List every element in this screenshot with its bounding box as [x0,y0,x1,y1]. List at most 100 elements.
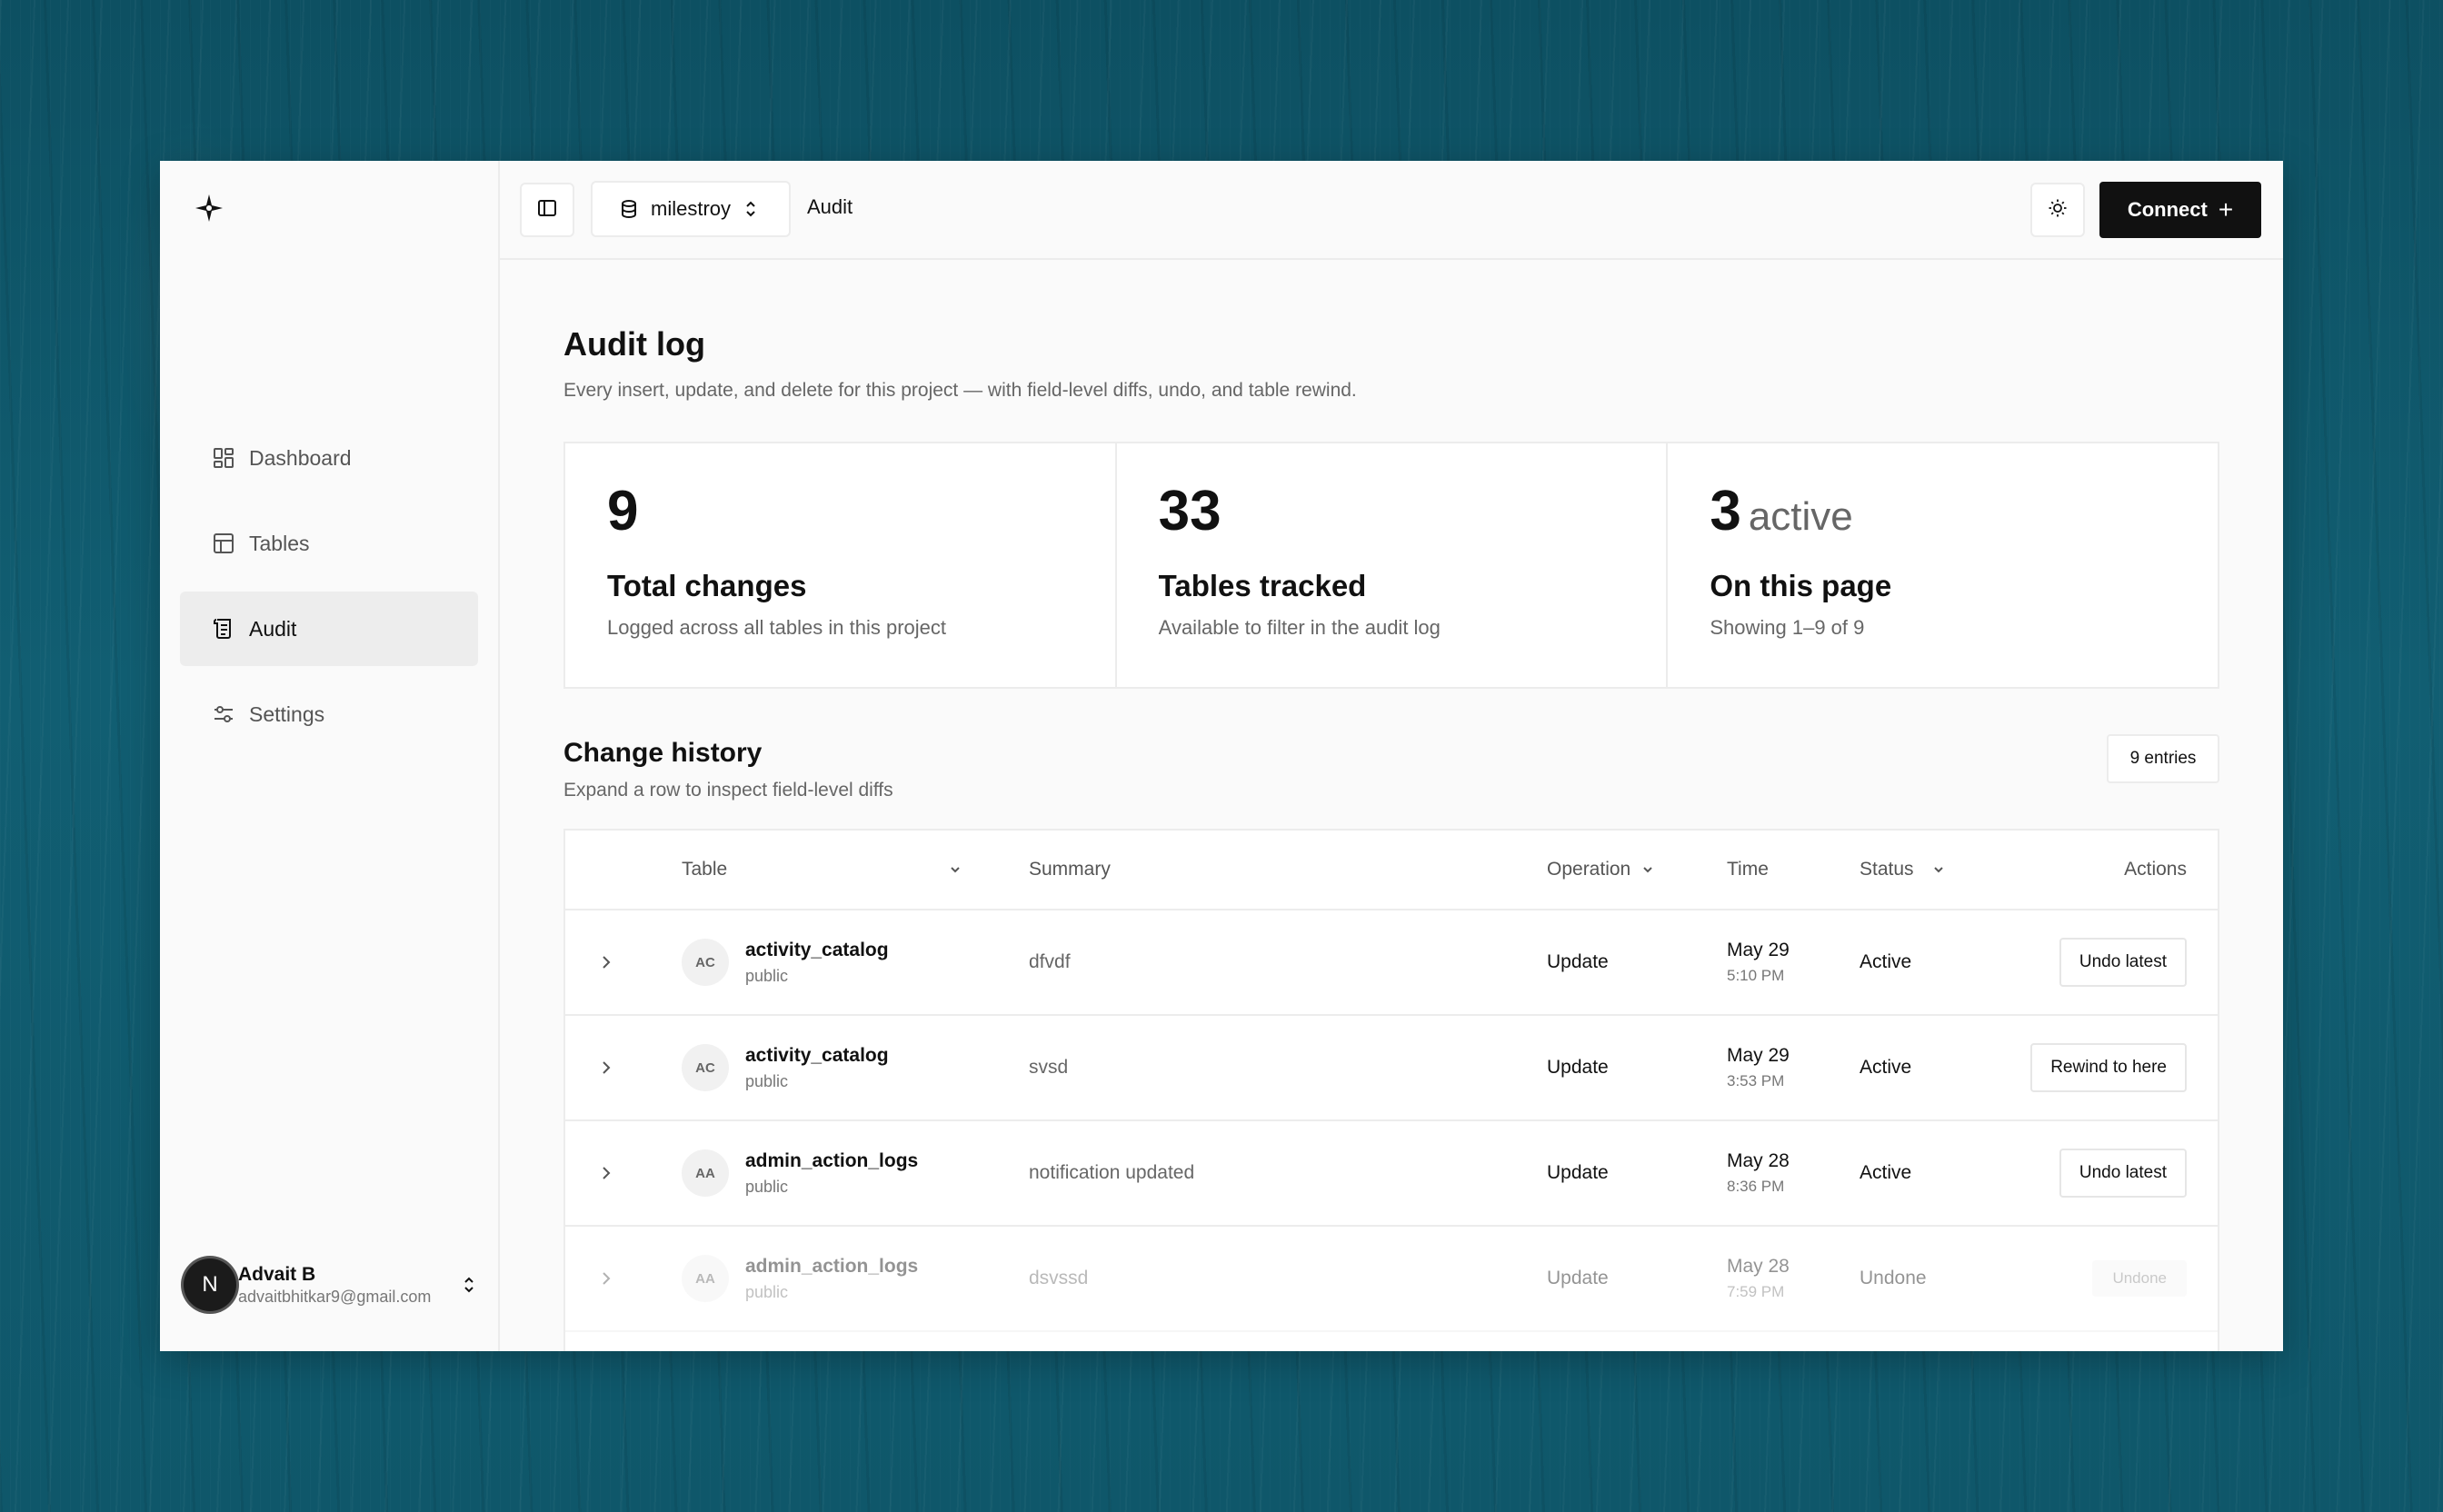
time-clock: 7:59 PM [1727,1283,1785,1300]
expand-row-button[interactable] [596,910,616,1014]
sidebar-item-label: Settings [249,701,325,726]
summary-text: svsd [1029,1057,1069,1078]
stat-title: On this page [1710,569,1892,602]
column-label: Status [1860,859,1914,880]
column-header-status[interactable]: Status [1860,859,1947,880]
sidebar-item-tables[interactable]: Tables [180,506,478,581]
stat-description: Logged across all tables in this project [607,616,946,639]
topbar: milestroy Audit Connect + [500,161,2283,260]
table-row[interactable]: AA admin_action_logs public dsvssd Updat… [565,1227,2218,1332]
theme-toggle-button[interactable] [2030,183,2085,237]
plus-icon: + [2218,195,2234,224]
table-schema: public [745,1282,789,1301]
sidebar-item-audit[interactable]: Audit [180,592,478,666]
table-schema: public [745,1071,789,1090]
column-header-time: Time [1727,859,1769,880]
table-row[interactable]: AC activity_catalog public dfvdf Update … [565,910,2218,1016]
sidebar-item-dashboard[interactable]: Dashboard [180,421,478,495]
table-initials-avatar: AC [682,1044,729,1091]
column-header-table[interactable]: Table [682,859,963,880]
table-schema: public [745,1177,789,1196]
table-icon [211,531,236,556]
status-text: Active [1860,1162,1912,1183]
sliders-icon [211,701,236,727]
change-history-table: Table Summary Operation Time Status Acti… [563,829,2219,1351]
operation-text: Update [1547,1057,1609,1078]
summary-text: dsvssd [1029,1268,1089,1288]
expand-row-button[interactable] [596,1016,616,1119]
time-clock: 8:36 PM [1727,1178,1785,1195]
operation-text: Update [1547,951,1609,972]
stat-value: 9 [607,480,639,542]
page-title: Audit log [563,325,705,363]
user-name: Advait B [238,1263,316,1285]
undo-latest-button[interactable]: Undo latest [2059,1149,2187,1198]
table-row[interactable]: AA admin_action_logs public notification… [565,1121,2218,1227]
chevrons-up-down-icon [458,1274,480,1296]
expand-row-button[interactable] [596,1121,616,1225]
chevron-right-icon [596,1268,616,1288]
sidebar: Dashboard Tables Audit Settings N Advait… [160,161,500,1351]
summary-text: notification updated [1029,1162,1195,1183]
table-row[interactable]: AC activity_catalog public svsd Update M… [565,1016,2218,1121]
stat-suffix: active [1748,494,1853,539]
connect-button[interactable]: Connect + [2099,182,2261,238]
sidebar-nav: Dashboard Tables Audit Settings [180,421,478,762]
chevron-down-icon [1640,861,1656,878]
column-label: Time [1727,859,1769,880]
main-area: milestroy Audit Connect + Audit log Ever… [500,161,2283,1351]
rewind-to-here-button[interactable]: Rewind to here [2030,1043,2187,1092]
table-header: Table Summary Operation Time Status Acti… [565,831,2218,910]
stat-value: 33 [1158,480,1222,542]
breadcrumb: Audit [807,195,853,218]
undo-latest-button[interactable]: Undo latest [2059,938,2187,987]
table-cell: AA admin_action_logs public [682,1227,918,1330]
stat-description: Available to filter in the audit log [1158,616,1441,639]
table-name: activity_catalog [745,939,889,960]
app-window: Dashboard Tables Audit Settings N Advait… [160,161,2283,1351]
stat-value: 3 [1710,480,1741,542]
chevron-down-icon [947,861,963,878]
stats-panel: 9 Total changes Logged across all tables… [563,442,2219,689]
time-date: May 29 [1727,940,1790,960]
column-header-summary: Summary [1029,859,1111,880]
undone-badge: Undone [2092,1260,2187,1297]
column-label: Operation [1547,859,1631,880]
summary-text: dfvdf [1029,951,1071,972]
table-cell: AC activity_catalog public [682,910,889,1014]
page-subtitle: Every insert, update, and delete for thi… [563,380,1357,401]
user-menu[interactable]: N Advait B advaitbhitkar9@gmail.com [184,1258,480,1311]
database-icon [618,198,640,220]
sidebar-item-label: Tables [249,531,310,555]
table-cell: AA admin_action_logs public [682,1121,918,1225]
sidebar-toggle-button[interactable] [520,183,574,237]
status-text: Undone [1860,1268,1927,1288]
dashboard-icon [211,445,236,471]
time-date: May 29 [1727,1045,1790,1066]
sun-icon [2048,198,2068,223]
operation-text: Update [1547,1162,1609,1183]
column-header-operation[interactable]: Operation [1547,859,1656,880]
column-header-actions: Actions [2124,859,2187,880]
column-label: Table [682,859,728,880]
change-history-header: Change history Expand a row to inspect f… [563,734,2219,805]
time-date: May 28 [1727,1150,1790,1171]
table-cell: AC activity_catalog public [682,1016,889,1119]
table-schema: public [745,966,789,985]
stat-card-tables-tracked: 33 Tables tracked Available to filter in… [1117,443,1669,687]
table-name: admin_action_logs [745,1149,919,1171]
avatar: N [184,1258,236,1311]
section-subtitle: Expand a row to inspect field-level diff… [563,780,893,801]
project-selector[interactable]: milestroy [591,181,791,237]
column-label: Actions [2124,859,2187,880]
expand-row-button[interactable] [596,1227,616,1330]
stat-card-on-this-page: 3 active On this page Showing 1–9 of 9 [1668,443,2218,687]
app-logo-icon[interactable] [193,192,225,224]
table-initials-avatar: AA [682,1255,729,1302]
stat-description: Showing 1–9 of 9 [1710,616,1865,639]
user-info: Advait B advaitbhitkar9@gmail.com [238,1264,458,1307]
section-title: Change history [563,738,763,768]
connect-label: Connect [2127,198,2208,221]
chevron-right-icon [596,1058,616,1078]
sidebar-item-settings[interactable]: Settings [180,677,478,751]
